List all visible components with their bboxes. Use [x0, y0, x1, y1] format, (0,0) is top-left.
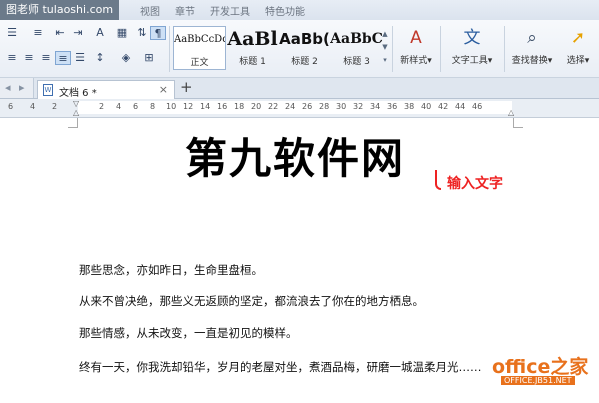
text-tools-icon: 文	[463, 28, 481, 48]
ruler-tick-label: 12	[183, 102, 194, 111]
indent-marker-left[interactable]: ▽ △	[73, 99, 81, 117]
ribbon-separator	[504, 26, 505, 72]
watermark-bottom-right-url: OFFICE.JB51.NET	[501, 376, 575, 385]
document-tab-bar: ◂ ▸ W 文档 6 * × +	[0, 78, 599, 99]
style-normal[interactable]: AaBbCcDd 正文	[173, 26, 226, 70]
increase-indent-icon[interactable]: ⇥	[70, 26, 86, 40]
ruler-tick-label: 4	[30, 102, 36, 111]
ruler-tick-label: 6	[8, 102, 14, 111]
tab-label: 文档 6 *	[59, 88, 97, 99]
ruler-tick-label: 34	[370, 102, 381, 111]
align-left-icon[interactable]: ≡	[4, 51, 20, 65]
tab-bar-corner: ◂ ▸	[0, 78, 34, 98]
tab-document-6[interactable]: W 文档 6 * ×	[37, 80, 175, 99]
ruler-tick-label: 26	[302, 102, 313, 111]
line-spacing-icon[interactable]: ↕	[92, 51, 108, 65]
watermark-bottom-right: office之家	[492, 356, 589, 378]
ruler-tick-label: 30	[336, 102, 347, 111]
paragraph: 终有一天，你我洗却铅华，岁月的老屋对坐，煮酒品梅，研磨一城温柔月光……	[79, 360, 482, 374]
binoculars-icon: ⌕	[527, 28, 537, 48]
ruler-tick-label: 44	[455, 102, 466, 111]
margin-corner-mark	[68, 118, 78, 128]
cursor-arrow-icon: ➚	[570, 28, 586, 48]
wps-writer-window: 图老师 tulaoshi.com 视图 章节 开发工具 特色功能 ☰ ≡ ⇤ ⇥…	[0, 0, 599, 403]
font-size-change-icon[interactable]: A	[92, 26, 108, 40]
ruler-tick-label: 2	[99, 102, 105, 111]
document-icon: W	[43, 84, 53, 96]
ruler-tick-label: 24	[285, 102, 296, 111]
text-tools-button[interactable]: 文 文字工具▾	[446, 26, 498, 66]
style-gallery-scroll[interactable]: ▲ ▼ ▾	[381, 28, 389, 68]
new-tab-button[interactable]: +	[180, 78, 193, 96]
ruler-tick-label: 10	[166, 102, 177, 111]
document-title-text: 第九软件网	[184, 134, 405, 183]
ruler-tick-label: 36	[387, 102, 398, 111]
margin-corner-mark	[513, 118, 523, 128]
watermark-top-left: 图老师 tulaoshi.com	[0, 0, 120, 20]
menu-view[interactable]: 视图	[140, 3, 160, 18]
align-center-icon[interactable]: ≡	[21, 51, 37, 65]
ruler-tick-label: 16	[217, 102, 228, 111]
decrease-indent-icon[interactable]: ⇤	[52, 26, 68, 40]
menu-special[interactable]: 特色功能	[265, 3, 305, 18]
ruler-tick-label: 18	[234, 102, 245, 111]
paragraph: 那些思念，亦如昨日，生命里盘桓。	[79, 263, 263, 277]
ruler-tick-label: 4	[116, 102, 122, 111]
new-style-icon: A	[410, 28, 422, 48]
distributed-align-icon[interactable]: ☰	[72, 51, 88, 65]
ruler-tick-label: 6	[133, 102, 139, 111]
bullet-list-icon[interactable]: ☰	[4, 26, 20, 40]
ribbon-separator	[169, 26, 170, 72]
menu-developer[interactable]: 开发工具	[210, 3, 250, 18]
table-icon[interactable]: ▦	[114, 26, 130, 40]
style-heading-1[interactable]: AaBl 标题 1	[226, 26, 279, 70]
ruler-tick-label: 40	[421, 102, 432, 111]
ribbon-toolbar: ☰ ≡ ⇤ ⇥ A ▦ ⇅ ¶ ≡ ≡ ≡ ≡ ☰ ↕ ◈ ⊞ AaBbCcDd…	[0, 20, 599, 78]
annotation-label: 输入文字	[447, 176, 503, 192]
shading-icon[interactable]: ◈	[118, 51, 134, 65]
annotation-bracket	[435, 170, 441, 190]
ruler-tick-label: 32	[353, 102, 364, 111]
sort-icon[interactable]: ⇅	[134, 26, 150, 40]
ruler-tick-label: 8	[150, 102, 156, 111]
numbered-list-icon[interactable]: ≡	[30, 26, 46, 40]
border-icon[interactable]: ⊞	[141, 51, 157, 65]
new-style-button[interactable]: A 新样式▾	[396, 26, 436, 66]
top-menu-strip: 图老师 tulaoshi.com 视图 章节 开发工具 特色功能	[0, 0, 599, 20]
find-replace-button[interactable]: ⌕ 查找替换▾	[508, 26, 556, 66]
style-heading-2[interactable]: AaBb( 标题 2	[278, 26, 331, 70]
ruler-tick-label: 42	[438, 102, 449, 111]
paragraph: 从来不曾决绝，那些义无返顾的坚定，都流浪去了你在的地方栖息。	[79, 294, 424, 308]
style-heading-3[interactable]: AaBbC 标题 3	[330, 26, 383, 70]
ruler-tick-label: 20	[251, 102, 262, 111]
close-icon[interactable]: ×	[159, 83, 168, 96]
align-right-icon[interactable]: ≡	[38, 51, 54, 65]
document-page[interactable]: 第九软件网 输入文字 那些思念，亦如昨日，生命里盘桓。 从来不曾决绝，那些义无返…	[0, 118, 599, 403]
horizontal-ruler[interactable]: 6 4 2 2 4 6 8 10 12 14 16 18 20 22 24 26…	[0, 99, 599, 118]
ruler-tick-label: 28	[319, 102, 330, 111]
ruler-tick-label: 14	[200, 102, 211, 111]
ruler-tick-label: 38	[404, 102, 415, 111]
show-marks-icon[interactable]: ¶	[150, 26, 166, 40]
paragraph: 那些情感，从未改变，一直是初见的模样。	[79, 326, 298, 340]
ruler-tick-label: 46	[472, 102, 483, 111]
align-justify-icon[interactable]: ≡	[55, 51, 71, 65]
ruler-tick-label: 2	[52, 102, 58, 111]
ribbon-separator	[440, 26, 441, 72]
menu-section[interactable]: 章节	[175, 3, 195, 18]
indent-marker-right[interactable]: △	[508, 99, 516, 117]
ribbon-separator	[392, 26, 393, 72]
select-button[interactable]: ➚ 选择▾	[560, 26, 596, 66]
tab-prev-icon[interactable]: ◂	[5, 81, 11, 94]
tab-next-icon[interactable]: ▸	[19, 81, 25, 94]
ruler-tick-label: 22	[268, 102, 279, 111]
